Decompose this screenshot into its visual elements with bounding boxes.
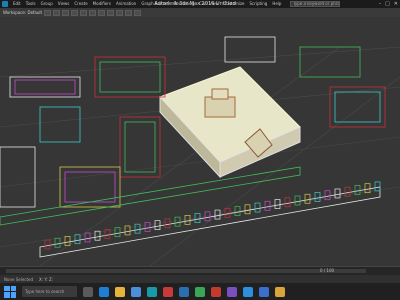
- mail-icon[interactable]: [259, 286, 269, 297]
- colonnade-column: [44, 239, 51, 250]
- colonnade-column: [264, 200, 271, 211]
- colonnade-column: [144, 222, 151, 232]
- scale-icon[interactable]: [98, 9, 106, 16]
- chrome-icon[interactable]: [195, 286, 205, 297]
- skype-icon[interactable]: [243, 286, 253, 297]
- colonnade-rows: [0, 166, 381, 258]
- window-controls: – □ ✕: [379, 0, 398, 8]
- store-icon[interactable]: [131, 286, 141, 297]
- colonnade-column: [194, 213, 201, 223]
- menu-item-help[interactable]: Help: [272, 0, 281, 8]
- 3dsmax-app-icon[interactable]: [2, 1, 8, 7]
- colonnade-column: [184, 215, 191, 225]
- colonnade-column: [134, 223, 141, 234]
- render-icon[interactable]: [134, 9, 142, 16]
- acrobat-icon[interactable]: [211, 286, 221, 297]
- task-view-icon[interactable]: [83, 286, 93, 297]
- minimize-icon[interactable]: –: [379, 0, 382, 8]
- select-icon[interactable]: [71, 9, 79, 16]
- edge-icon[interactable]: [99, 286, 109, 297]
- wireframe-scene: [0, 36, 400, 266]
- link-icon[interactable]: [62, 9, 70, 16]
- colonnade-column: [294, 195, 301, 206]
- title-bar: Edit Tools Group Views Create Modifiers Animat…: [0, 0, 400, 8]
- menu-item-animation[interactable]: Animation: [116, 0, 136, 8]
- maximize-icon[interactable]: □: [385, 0, 390, 8]
- frame-counter: 0 / 100: [320, 268, 335, 273]
- time-slider[interactable]: [6, 269, 366, 273]
- explorer-icon[interactable]: [115, 286, 125, 297]
- redo-icon[interactable]: [53, 9, 61, 16]
- windows-taskbar: Type here to search: [0, 283, 400, 300]
- media-icon[interactable]: [227, 286, 237, 297]
- menu-item-tools[interactable]: Tools: [26, 0, 36, 8]
- colonnade-column: [374, 181, 381, 192]
- move-icon[interactable]: [80, 9, 88, 16]
- close-icon[interactable]: ✕: [394, 0, 398, 8]
- align-icon[interactable]: [125, 9, 133, 16]
- rotate-icon[interactable]: [89, 9, 97, 16]
- photoshop-icon[interactable]: [179, 286, 189, 297]
- colonnade-column: [284, 197, 291, 208]
- menu-item-group[interactable]: Group: [41, 0, 53, 8]
- colonnade-column: [124, 225, 131, 236]
- taskbar-search-input[interactable]: Type here to search: [22, 286, 77, 297]
- colonnade-column: [174, 216, 181, 227]
- colonnade-column: [304, 193, 311, 204]
- colonnade-column: [314, 192, 321, 202]
- colonnade-column: [74, 234, 81, 245]
- status-text: None Selected: [4, 276, 34, 282]
- menu-bar: Edit Tools Group Views Create Modifiers Animat…: [13, 0, 281, 8]
- folder-icon[interactable]: [275, 286, 285, 297]
- perspective-viewport[interactable]: [0, 17, 400, 266]
- colonnade-column: [164, 218, 171, 229]
- undo-icon[interactable]: [44, 9, 52, 16]
- colonnade-column: [54, 237, 61, 248]
- menu-item-scripting[interactable]: Scripting: [250, 0, 268, 8]
- window-title: Autodesk 3ds Max 2016 Untitled: [154, 1, 236, 7]
- colonnade-column: [154, 220, 161, 230]
- 3dsmax-icon[interactable]: [147, 286, 157, 297]
- colonnade-column: [274, 199, 281, 209]
- central-temple: [159, 66, 301, 179]
- menu-item-edit[interactable]: Edit: [13, 0, 21, 8]
- colonnade-column: [254, 202, 261, 213]
- status-bar: None Selected X: Y: Z:: [0, 275, 400, 283]
- colonnade-columns: [44, 181, 381, 250]
- menu-item-modifiers[interactable]: Modifiers: [93, 0, 111, 8]
- mirror-icon[interactable]: [116, 9, 124, 16]
- workspace-label[interactable]: Workspace: Default: [3, 10, 42, 15]
- coordinate-display: X: Y: Z:: [39, 276, 54, 282]
- windows-start-icon[interactable]: [4, 285, 16, 298]
- autocad-icon[interactable]: [163, 286, 173, 297]
- menu-item-create[interactable]: Create: [74, 0, 87, 8]
- colonnade-column: [64, 236, 71, 246]
- search-input[interactable]: Type a keyword or phrase: [290, 1, 340, 7]
- snap-icon[interactable]: [107, 9, 115, 16]
- colonnade-column: [244, 204, 251, 215]
- menu-item-views[interactable]: Views: [58, 0, 70, 8]
